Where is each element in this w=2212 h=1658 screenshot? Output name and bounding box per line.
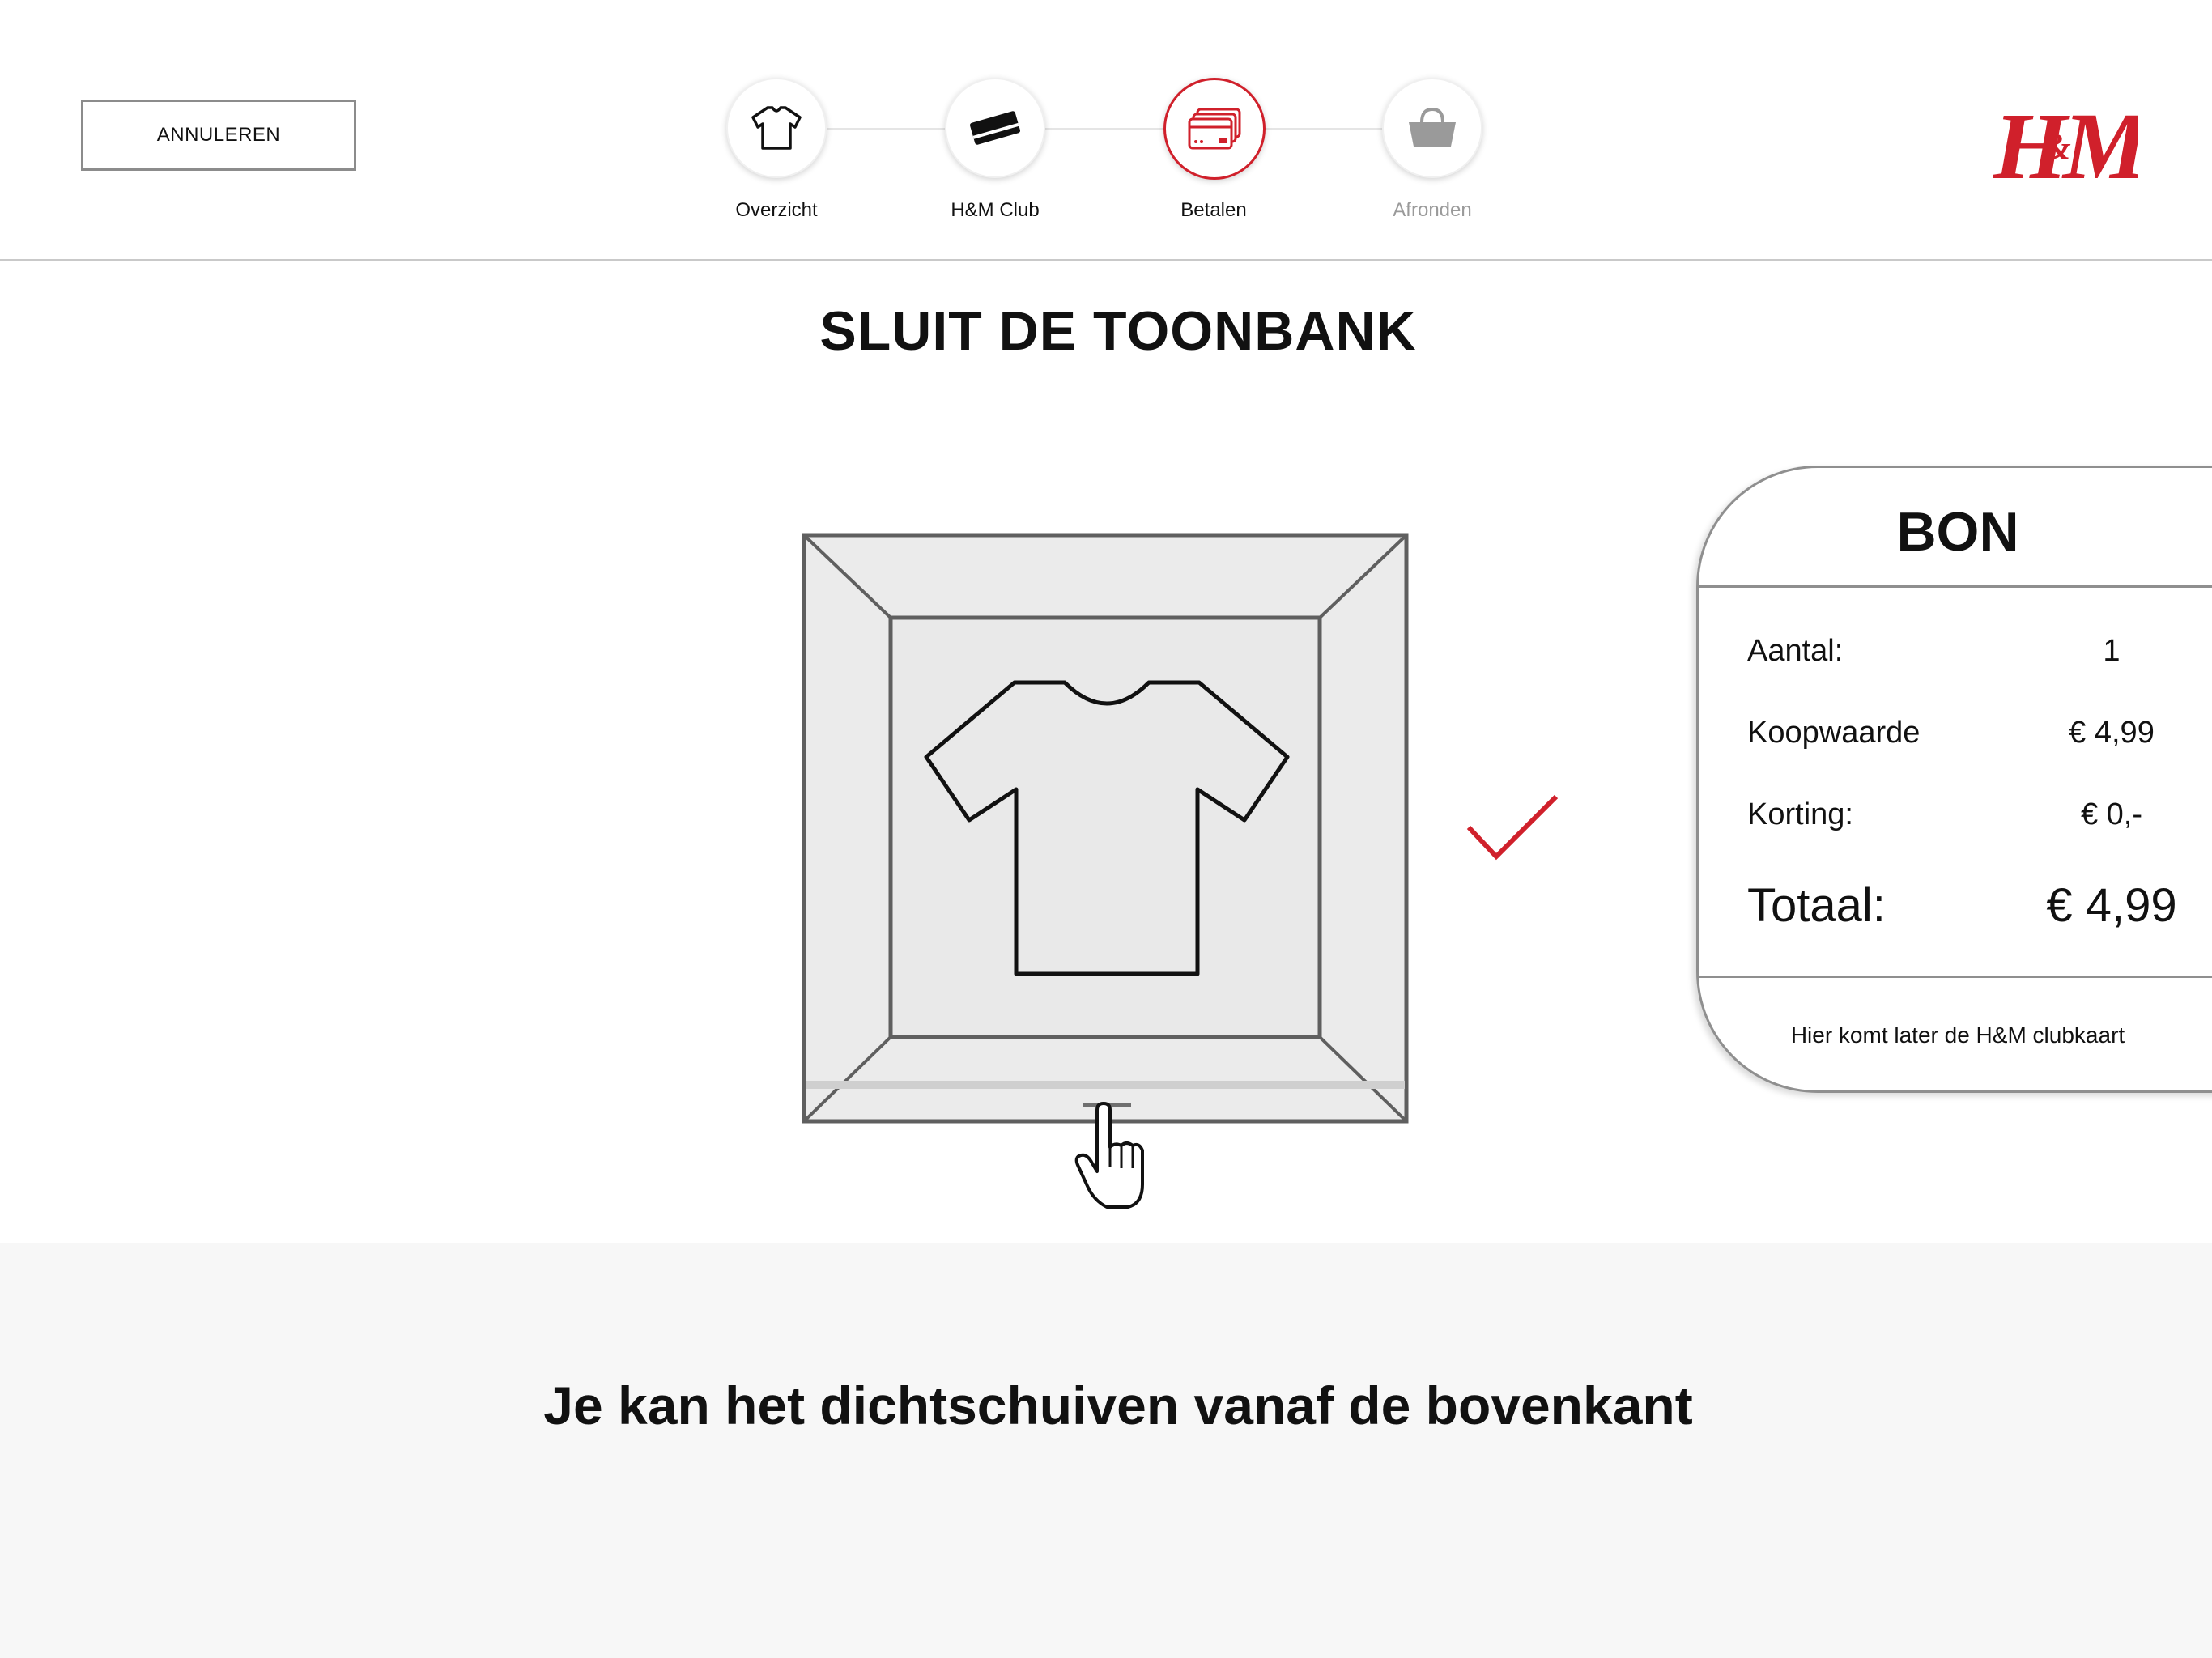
checkout-screen: ANNULEREN Overzicht H&M Club Betalen Afr… — [0, 0, 2212, 1658]
step-circle[interactable] — [1163, 78, 1266, 180]
receipt-total-value: € 4,99 — [2046, 879, 2177, 932]
step-circle[interactable] — [726, 78, 827, 178]
receipt-row-label: Korting: — [1747, 797, 1853, 831]
payment-cards-icon — [1188, 108, 1241, 150]
stepper-connector — [1263, 128, 1401, 130]
checkmark-icon — [1466, 794, 1559, 861]
instruction-text: Je kan het dichtschuiven vanaf de bovenk… — [543, 1375, 1693, 1435]
counter-illustration — [802, 533, 1409, 1209]
receipt-row-value: € 4,99 — [2069, 716, 2155, 750]
receipt-note: Hier komt later de H&M clubkaart — [1790, 1022, 2125, 1048]
instruction-panel: Je kan het dichtschuiven vanaf de bovenk… — [0, 1244, 2212, 1658]
hm-logo: H & M — [1993, 93, 2138, 196]
step-label: Afronden — [1393, 199, 1472, 221]
receipt-row-label: Aantal: — [1747, 634, 1844, 668]
step-circle[interactable] — [945, 78, 1045, 178]
receipt-total-label: Totaal: — [1747, 879, 1886, 932]
checkout-stepper: Overzicht H&M Club Betalen Afronden — [0, 0, 2212, 259]
receipt-divider — [1699, 585, 2212, 588]
step-hm-club[interactable]: H&M Club — [945, 78, 1045, 221]
header: ANNULEREN Overzicht H&M Club Betalen Afr… — [0, 0, 2212, 261]
stepper-connector — [1044, 128, 1182, 130]
receipt-divider — [1699, 976, 2212, 978]
step-afronden[interactable]: Afronden — [1382, 78, 1482, 221]
step-overzicht[interactable]: Overzicht — [726, 78, 827, 221]
basket-icon — [1409, 107, 1456, 147]
step-circle[interactable] — [1382, 78, 1482, 178]
step-betalen[interactable]: Betalen — [1163, 78, 1266, 221]
stepper-connector — [826, 128, 963, 130]
step-label: Overzicht — [735, 199, 818, 221]
receipt-row-value: 1 — [2103, 634, 2121, 668]
logo-letter-m: M — [2061, 93, 2138, 196]
receipt-row-label: Koopwaarde — [1747, 716, 1921, 750]
tshirt-icon — [751, 106, 802, 150]
page-title: SLUIT DE TOONBANK — [819, 300, 1417, 362]
step-label: Betalen — [1180, 199, 1247, 221]
step-label: H&M Club — [951, 199, 1040, 221]
receipt-row-value: € 0,- — [2080, 797, 2143, 831]
receipt-title: BON — [1896, 501, 2019, 563]
card-icon — [969, 111, 1021, 145]
receipt-card: BON Aantal: 1 Koopwaarde € 4,99 Korting:… — [1696, 466, 2212, 1093]
